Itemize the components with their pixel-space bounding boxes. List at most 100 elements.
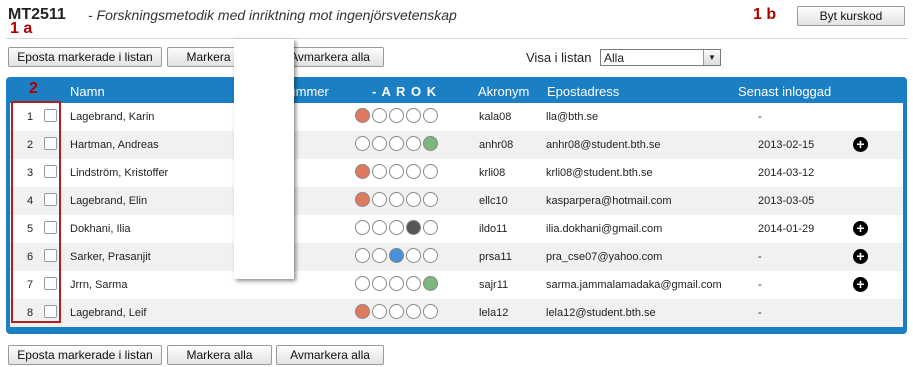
status-circle[interactable] [372,164,387,179]
annotation-box-2 [11,101,61,323]
status-circle[interactable] [423,136,438,151]
table-row: 4 Lagebrand, Elin ellc10 kasparpera@hotmail… [10,187,903,215]
filter-select-value: Alla [604,51,625,65]
status-circle[interactable] [372,220,387,235]
last-login: 2014-03-12 [758,167,815,179]
column-header-last-login[interactable]: Senast inloggad [738,84,831,99]
email-selected-button[interactable]: Eposta markerade i listan [8,47,162,67]
status-circle[interactable] [406,164,421,179]
column-header-arok: - A R O K [372,84,438,99]
email-address[interactable]: kasparpera@hotmail.com [546,195,672,207]
table-row: 3 Lindström, Kristoffer krli08 krli08@stude… [10,159,903,187]
status-circle[interactable] [389,276,404,291]
status-circles [355,276,440,291]
status-circle[interactable] [355,276,370,291]
status-circle[interactable] [389,248,404,263]
status-circle[interactable] [406,136,421,151]
student-name: Lagebrand, Elin [70,195,148,207]
last-login: - [758,279,762,291]
status-circle[interactable] [355,248,370,263]
table-row: 5 Dokhani, Ilia ildo11 ilia.dokhani@gmail.c… [10,215,903,243]
status-circles [355,304,440,319]
email-selected-button-bottom[interactable]: Eposta markerade i listan [8,345,162,365]
email-address[interactable]: sarma.jammalamadaka@gmail.com [546,279,722,291]
status-circle[interactable] [406,108,421,123]
student-name: Lindström, Kristoffer [70,167,169,179]
last-login: 2013-02-15 [758,139,815,151]
chevron-down-icon[interactable]: ▼ [703,50,720,65]
acronym: sajr11 [479,279,509,291]
status-circle[interactable] [372,136,387,151]
last-login: 2013-03-05 [758,195,815,207]
change-course-button[interactable]: Byt kurskod [797,6,905,26]
status-circles [355,164,440,179]
email-address[interactable]: lla@bth.se [546,111,598,123]
status-circle[interactable] [355,164,370,179]
status-circle[interactable] [389,136,404,151]
student-name: Dokhani, Ilia [70,223,131,235]
email-address[interactable]: pra_cse07@yahoo.com [546,251,662,263]
column-header-email[interactable]: Epostadress [547,84,619,99]
status-circle[interactable] [406,220,421,235]
mark-all-button-bottom[interactable]: Markera alla [167,345,272,365]
status-circle[interactable] [355,192,370,207]
status-circle[interactable] [423,192,438,207]
student-name: Jrrn, Sarma [70,279,128,291]
status-circle[interactable] [423,304,438,319]
status-circle[interactable] [406,248,421,263]
status-circle[interactable] [423,248,438,263]
table-row: 1 Lagebrand, Karin kala08 lla@bth.se - [10,103,903,131]
status-circle[interactable] [406,192,421,207]
status-circle[interactable] [406,304,421,319]
annotation-2: 2 [29,80,38,97]
acronym: anhr08 [479,139,514,151]
column-header-acronym[interactable]: Akronym [478,84,529,99]
last-login: - [758,307,762,319]
column-header-name[interactable]: Namn [70,84,105,99]
status-circle[interactable] [423,164,438,179]
status-circle[interactable] [423,108,438,123]
email-address[interactable]: anhr08@student.bth.se [546,139,661,151]
status-circle[interactable] [389,192,404,207]
plus-icon[interactable]: + [853,137,868,152]
plus-icon[interactable]: + [853,277,868,292]
status-circle[interactable] [355,108,370,123]
table-row: 7 Jrrn, Sarma sajr11 sarma.jammalamadaka@gm… [10,271,903,299]
status-circle[interactable] [372,192,387,207]
plus-icon[interactable]: + [853,221,868,236]
status-circle[interactable] [372,276,387,291]
last-login: - [758,111,762,123]
unmark-all-button-bottom[interactable]: Avmarkera alla [276,345,384,365]
header-divider [6,38,908,39]
status-circle[interactable] [423,220,438,235]
status-circle[interactable] [355,136,370,151]
acronym: prsa11 [479,251,512,263]
status-circle[interactable] [389,220,404,235]
status-circle[interactable] [389,108,404,123]
acronym: ellc10 [479,195,508,207]
annotation-1b: 1 b [753,6,777,23]
status-circle[interactable] [355,304,370,319]
status-circles [355,192,440,207]
email-address[interactable]: krli08@student.bth.se [546,167,653,179]
status-circle[interactable] [389,304,404,319]
personnummer-redaction [234,39,294,279]
filter-select[interactable]: Alla ▼ [600,49,721,66]
student-name: Hartman, Andreas [70,139,159,151]
status-circles [355,108,440,123]
email-address[interactable]: ilia.dokhani@gmail.com [546,223,662,235]
status-circle[interactable] [389,164,404,179]
course-name: - Forskningsmetodik med inriktning mot i… [88,7,457,23]
status-circle[interactable] [355,220,370,235]
acronym: kala08 [479,111,512,123]
annotation-1a: 1 a [10,20,33,37]
status-circle[interactable] [372,304,387,319]
status-circle[interactable] [372,248,387,263]
table-body: 1 Lagebrand, Karin kala08 lla@bth.se -2 Hartm… [10,103,903,327]
status-circle[interactable] [372,108,387,123]
status-circle[interactable] [406,276,421,291]
status-circle[interactable] [423,276,438,291]
table-row: 2 Hartman, Andreas anhr08 anhr08@student.bt… [10,131,903,159]
email-address[interactable]: lela12@student.bth.se [546,307,656,319]
plus-icon[interactable]: + [853,249,868,264]
